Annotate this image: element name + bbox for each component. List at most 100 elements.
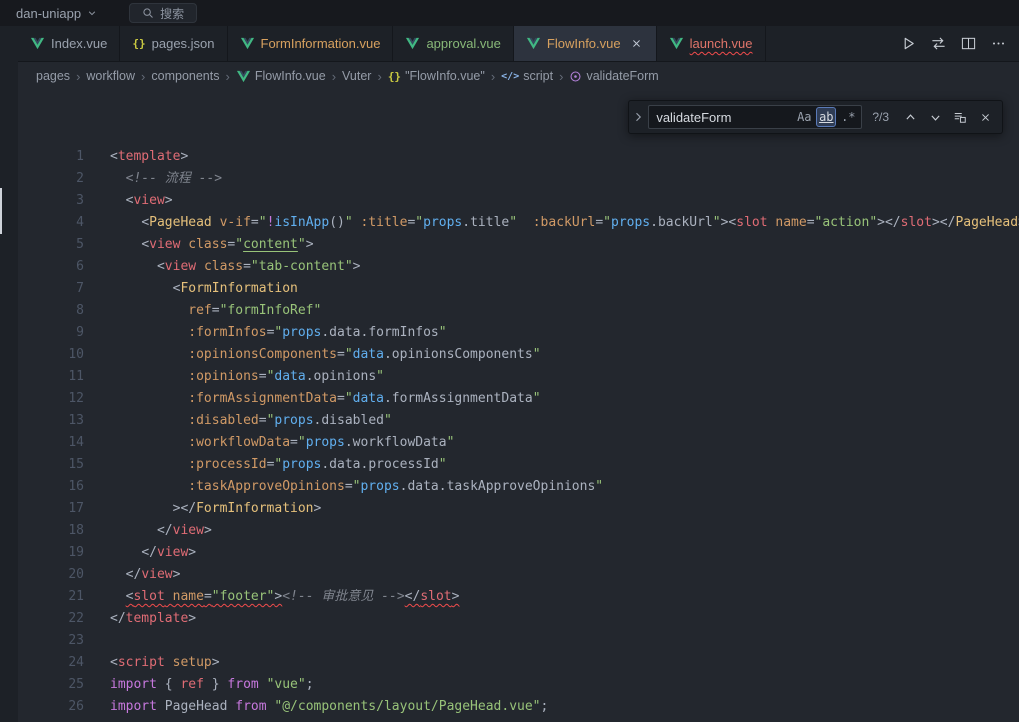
line-number: 26	[18, 696, 84, 718]
close-tab-icon[interactable]	[629, 36, 644, 51]
line-number: 10	[18, 344, 84, 366]
close-find-button[interactable]	[974, 106, 996, 128]
activity-bar-indicator	[0, 188, 2, 234]
breadcrumb-item-FlowInfo.vue[interactable]: {}"FlowInfo.vue"	[386, 69, 487, 83]
code-line[interactable]: 1<template>	[18, 146, 1019, 168]
find-input-box: Aaab.*	[648, 105, 862, 129]
breadcrumb-label: components	[151, 69, 219, 83]
tab-FormInformation.vue[interactable]: FormInformation.vue	[228, 26, 394, 61]
compare-icon	[931, 36, 946, 51]
code-line[interactable]: 15 :processId="props.data.processId"	[18, 454, 1019, 476]
breadcrumb-label: script	[523, 69, 553, 83]
vue-icon	[236, 69, 251, 84]
code-line[interactable]: 21 <slot name="footer"><!-- 审批意见 --></sl…	[18, 586, 1019, 608]
code-line[interactable]: 23	[18, 630, 1019, 652]
find-input[interactable]	[656, 110, 792, 125]
code-line[interactable]: 7 <FormInformation	[18, 278, 1019, 300]
code-line[interactable]: 11 :opinions="data.opinions"	[18, 366, 1019, 388]
code-line[interactable]: 14 :workflowData="props.workflowData"	[18, 432, 1019, 454]
breadcrumb-item-Vuter[interactable]: Vuter	[340, 69, 373, 83]
vue-icon	[240, 36, 255, 51]
global-search-box[interactable]: 搜索	[129, 3, 197, 23]
line-number: 12	[18, 388, 84, 410]
code-line[interactable]: 26import PageHead from "@/components/lay…	[18, 696, 1019, 718]
editor-group: Index.vue {}pages.jsonFormInformation.vue…	[18, 26, 1019, 722]
split-editor-button[interactable]	[957, 33, 979, 55]
line-number: 3	[18, 190, 84, 212]
line-number: 11	[18, 366, 84, 388]
more-actions-button[interactable]	[987, 33, 1009, 55]
line-number: 6	[18, 256, 84, 278]
code-line[interactable]: 3 <view>	[18, 190, 1019, 212]
tab-pages.json[interactable]: {}pages.json	[120, 26, 227, 61]
code-line[interactable]: 22</template>	[18, 608, 1019, 630]
json-icon: {}	[132, 37, 145, 50]
previous-match-button[interactable]	[899, 106, 921, 128]
chevron-right-icon	[632, 111, 644, 123]
breadcrumb: pages›workflow›components›FlowInfo.vue›V…	[18, 62, 1019, 90]
code-line[interactable]: 25import { ref } from "vue";	[18, 674, 1019, 696]
code-area: 1<template>2 <!-- 流程 -->3 <view>4 <PageH…	[18, 90, 1019, 718]
tab-Index.vue[interactable]: Index.vue	[18, 26, 120, 61]
search-label: 搜索	[160, 5, 184, 22]
code-line[interactable]: 8 ref="formInfoRef"	[18, 300, 1019, 322]
line-number: 7	[18, 278, 84, 300]
next-match-button[interactable]	[924, 106, 946, 128]
main-area: Index.vue {}pages.jsonFormInformation.vue…	[0, 26, 1019, 722]
title-bar: dan-uniapp 搜索	[0, 0, 1019, 26]
toggle-replace-button[interactable]	[631, 101, 645, 133]
breadcrumb-label: "FlowInfo.vue"	[405, 69, 485, 83]
find-toggles: Aaab.*	[792, 107, 858, 127]
vue-icon	[405, 36, 420, 51]
breadcrumb-item-pages[interactable]: pages	[34, 69, 72, 83]
breadcrumb-separator: ›	[141, 69, 145, 84]
workspace-menu[interactable]: dan-uniapp	[10, 4, 103, 23]
regex-toggle[interactable]: .*	[838, 107, 858, 127]
line-number: 25	[18, 674, 84, 696]
code-line[interactable]: 17 ></FormInformation>	[18, 498, 1019, 520]
breadcrumb-item-validateForm[interactable]: validateForm	[567, 69, 660, 83]
line-number: 21	[18, 586, 84, 608]
code-line[interactable]: 24<script setup>	[18, 652, 1019, 674]
breadcrumb-item-script[interactable]: </>script	[499, 69, 555, 83]
match-case-toggle[interactable]: Aa	[794, 107, 814, 127]
open-changes-button[interactable]	[927, 33, 949, 55]
search-icon	[142, 7, 154, 19]
tab-FlowInfo.vue[interactable]: FlowInfo.vue	[514, 26, 657, 61]
code-line[interactable]: 2 <!-- 流程 -->	[18, 168, 1019, 190]
code-line[interactable]: 19 </view>	[18, 542, 1019, 564]
code-line[interactable]: 16 :taskApproveOpinions="props.data.task…	[18, 476, 1019, 498]
editor-actions	[887, 26, 1019, 61]
breadcrumb-label: workflow	[86, 69, 135, 83]
code-line[interactable]: 5 <view class="content">	[18, 234, 1019, 256]
workspace-name: dan-uniapp	[16, 6, 81, 21]
breadcrumb-item-workflow[interactable]: workflow	[84, 69, 137, 83]
breadcrumb-item-FlowInfo.vue[interactable]: FlowInfo.vue	[234, 69, 328, 84]
run-button[interactable]	[897, 33, 919, 55]
find-in-selection-icon	[953, 110, 967, 124]
code-line[interactable]: 20 </view>	[18, 564, 1019, 586]
code-line[interactable]: 4 <PageHead v-if="!isInApp()" :title="pr…	[18, 212, 1019, 234]
code-line[interactable]: 10 :opinionsComponents="data.opinionsCom…	[18, 344, 1019, 366]
find-widget: Aaab.* ?/3	[628, 100, 1003, 134]
symbol-method-icon	[569, 70, 582, 83]
breadcrumb-separator: ›	[225, 69, 229, 84]
code-line[interactable]: 18 </view>	[18, 520, 1019, 542]
code-line[interactable]: 13 :disabled="props.disabled"	[18, 410, 1019, 432]
tab-label: Index.vue	[51, 36, 107, 51]
editor[interactable]: Aaab.* ?/3 1<template>2 <!-- 流程 -->3 <vi…	[18, 90, 1019, 722]
line-number: 1	[18, 146, 84, 168]
breadcrumb-label: Vuter	[342, 69, 371, 83]
code-line[interactable]: 9 :formInfos="props.data.formInfos"	[18, 322, 1019, 344]
line-number: 24	[18, 652, 84, 674]
code-line[interactable]: 12 :formAssignmentData="data.formAssignm…	[18, 388, 1019, 410]
code-line[interactable]: 6 <view class="tab-content">	[18, 256, 1019, 278]
tab-launch.vue[interactable]: launch.vue	[657, 26, 766, 61]
tab-approval.vue[interactable]: approval.vue	[393, 26, 513, 61]
tab-label: approval.vue	[426, 36, 500, 51]
more-icon	[991, 36, 1006, 51]
find-in-selection-button[interactable]	[949, 106, 971, 128]
breadcrumb-item-components[interactable]: components	[149, 69, 221, 83]
breadcrumb-separator: ›	[332, 69, 336, 84]
whole-word-toggle[interactable]: ab	[816, 107, 836, 127]
